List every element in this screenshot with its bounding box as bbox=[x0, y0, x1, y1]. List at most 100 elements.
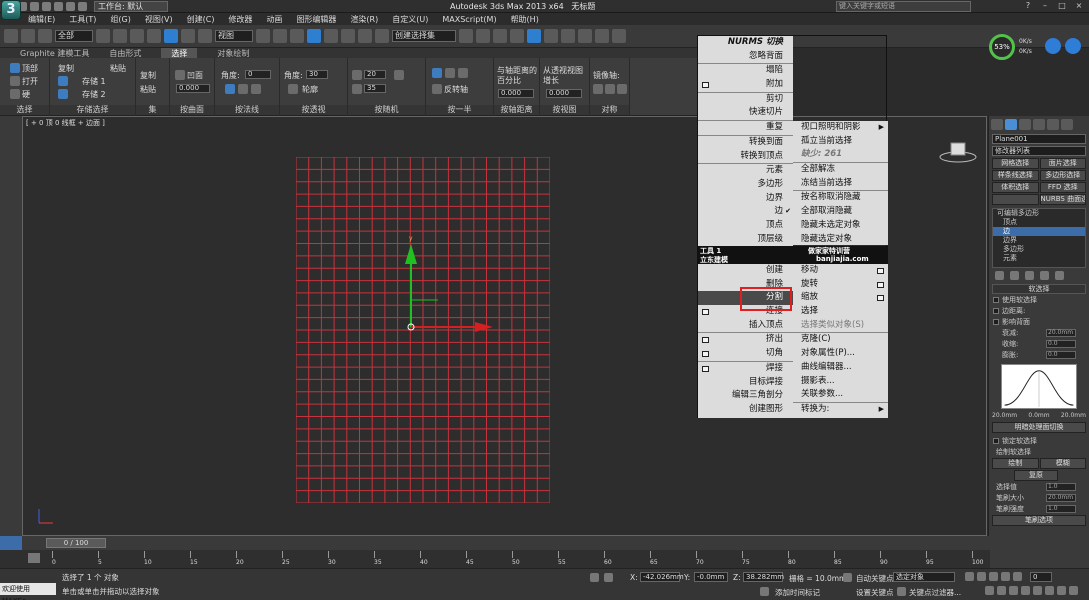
quad-tools2-item-12[interactable]: 创建图形 bbox=[698, 403, 793, 417]
menu-item-1[interactable]: 工具(T) bbox=[69, 14, 96, 25]
bind-spacewarp-icon[interactable] bbox=[38, 29, 52, 43]
top-icon[interactable] bbox=[10, 63, 20, 73]
random-icon[interactable] bbox=[352, 70, 362, 80]
quad-display-item-5[interactable]: 冻结当前选择 bbox=[793, 177, 888, 191]
group-label[interactable]: 按曲面 bbox=[170, 105, 214, 115]
modifier-list-dropdown[interactable]: 修改器列表 bbox=[992, 146, 1086, 156]
reference-coord-dropdown[interactable]: 视图 bbox=[215, 30, 253, 42]
half-z-icon[interactable] bbox=[458, 68, 468, 78]
group-label[interactable]: 对称 bbox=[590, 105, 629, 115]
quad-tools2-item-9[interactable]: 焊接 bbox=[698, 362, 793, 376]
network-icon[interactable] bbox=[1045, 38, 1061, 54]
blur-button[interactable]: 模糊 bbox=[1039, 458, 1086, 469]
orbit-icon[interactable] bbox=[1057, 586, 1066, 595]
group-label[interactable]: 按法线 bbox=[215, 105, 279, 115]
ribbon-tab-2[interactable]: 选择 bbox=[161, 47, 198, 59]
create-tab-icon[interactable] bbox=[991, 119, 1003, 130]
open-option[interactable]: 打开 bbox=[22, 76, 38, 87]
undo-icon[interactable] bbox=[54, 1, 63, 11]
viewport-label[interactable]: [ + 0 顶 0 线框 + 边面 ] bbox=[26, 118, 105, 128]
sel-value-spinner[interactable]: 1.0 bbox=[1046, 483, 1076, 491]
edge-distance-checkbox[interactable] bbox=[993, 308, 999, 314]
quad-transform-item-0[interactable]: 移动 bbox=[793, 264, 888, 278]
from-view-spinner[interactable]: 0.000 bbox=[546, 89, 582, 98]
use-soft-checkbox[interactable] bbox=[993, 297, 999, 303]
settings-box-icon[interactable] bbox=[877, 268, 884, 274]
set-key-button[interactable]: 设置关键点 bbox=[856, 587, 894, 598]
pinch-spinner[interactable]: 0.0 bbox=[1046, 340, 1076, 348]
angle2-spinner[interactable]: 30 bbox=[306, 70, 328, 79]
quad-tools2-item-4[interactable]: 插入顶点 bbox=[698, 319, 793, 333]
group-label[interactable]: 集 bbox=[136, 105, 169, 115]
stack-item-1[interactable]: 边 bbox=[993, 227, 1085, 236]
top-option[interactable]: 顶部 bbox=[22, 63, 38, 74]
concave-spinner[interactable]: 0.000 bbox=[176, 84, 210, 93]
modify-tab-icon[interactable] bbox=[1005, 119, 1017, 130]
make-unique-icon[interactable] bbox=[1025, 271, 1034, 280]
quad-display-item-8[interactable]: 全部取消隐藏 bbox=[793, 205, 888, 219]
random-spinner-1[interactable]: 20 bbox=[364, 70, 386, 79]
help-icon[interactable]: ? bbox=[1022, 1, 1034, 11]
paint-button[interactable]: 绘制 bbox=[992, 458, 1039, 469]
store1-icon[interactable] bbox=[58, 76, 68, 86]
z-coord-field[interactable]: 38.282mm bbox=[743, 572, 784, 582]
stack-item-4[interactable]: 元素 bbox=[993, 254, 1085, 263]
random-spinner-2[interactable]: 35 bbox=[364, 84, 386, 93]
quad-tools1-item-18[interactable]: 顶点 bbox=[698, 219, 793, 233]
selection-filter-dropdown[interactable]: 全部 bbox=[55, 30, 93, 42]
quad-display-item-7[interactable]: 按名称取消隐藏 bbox=[793, 191, 888, 205]
affect-back-checkbox[interactable] bbox=[993, 319, 999, 325]
soft-selection-rollout[interactable]: 软选择 bbox=[992, 284, 1086, 294]
settings-box-icon[interactable] bbox=[702, 337, 709, 344]
quad-tools1-item-3[interactable]: 塌陷 bbox=[698, 64, 793, 78]
lock-selection-icon[interactable] bbox=[590, 573, 599, 582]
edit-named-selection-icon[interactable] bbox=[375, 29, 389, 43]
play-icon[interactable] bbox=[989, 572, 998, 581]
sym-z-icon[interactable] bbox=[617, 84, 627, 94]
link-icon[interactable] bbox=[4, 29, 18, 43]
keyboard-shortcut-icon[interactable] bbox=[290, 29, 304, 43]
key-filters-button[interactable]: 关键点过滤器... bbox=[909, 587, 961, 598]
menu-item-6[interactable]: 动画 bbox=[266, 14, 282, 25]
brush-size-spinner[interactable]: 20.0mm bbox=[1046, 494, 1076, 502]
next-frame-icon[interactable] bbox=[1001, 572, 1010, 581]
brush-options-button[interactable]: 笔刷选项 bbox=[992, 515, 1086, 526]
quad-tools1-item-1[interactable]: 忽略背面 bbox=[698, 50, 793, 64]
set-key-icon[interactable] bbox=[897, 587, 906, 596]
zoom-all-icon[interactable] bbox=[997, 586, 1006, 595]
quad-tools2-item-0[interactable]: 创建 bbox=[698, 264, 793, 278]
axis-y-icon[interactable] bbox=[238, 84, 248, 94]
spinner-snap-icon[interactable] bbox=[358, 29, 372, 43]
quad-tools2-item-11[interactable]: 编辑三角剖分 bbox=[698, 389, 793, 403]
menu-item-2[interactable]: 组(G) bbox=[110, 14, 130, 25]
zoom-extents-all-icon[interactable] bbox=[1021, 586, 1030, 595]
lock-soft-checkbox[interactable] bbox=[993, 438, 999, 444]
move-gizmo[interactable]: y bbox=[393, 232, 503, 342]
bubble-spinner[interactable]: 0.0 bbox=[1046, 351, 1076, 359]
paste-set-option[interactable]: 粘贴 bbox=[140, 84, 156, 95]
modifier-button-1-1[interactable]: 多边形选择 bbox=[1039, 170, 1086, 181]
quad-display-item-4[interactable]: 全部解冻 bbox=[793, 163, 888, 177]
outline-option[interactable]: 轮廓 bbox=[302, 84, 318, 95]
store2-icon[interactable] bbox=[58, 89, 68, 99]
menu-item-5[interactable]: 修改器 bbox=[228, 14, 252, 25]
quad-transform-item-6[interactable]: 克隆(C) bbox=[793, 333, 888, 347]
select-scale-icon[interactable] bbox=[198, 29, 212, 43]
named-selection-dropdown[interactable]: 创建选择集 bbox=[392, 30, 456, 42]
current-frame-field[interactable]: 0 bbox=[1030, 572, 1052, 582]
copy-set-option[interactable]: 复制 bbox=[140, 70, 156, 81]
save-file-icon[interactable] bbox=[42, 1, 51, 11]
workspace-dropdown[interactable]: 工作台: 默认 bbox=[94, 0, 168, 12]
menu-item-7[interactable]: 图形编辑器 bbox=[296, 14, 336, 25]
stack-item-0[interactable]: 顶点 bbox=[993, 218, 1085, 227]
menu-item-10[interactable]: MAXScript(M) bbox=[442, 15, 496, 24]
menu-item-4[interactable]: 创建(C) bbox=[187, 14, 215, 25]
quad-transform-item-1[interactable]: 旋转 bbox=[793, 278, 888, 292]
quad-transform-item-4[interactable]: 选择类似对象(S) bbox=[793, 319, 888, 333]
snaps-toggle-icon[interactable] bbox=[307, 29, 321, 43]
quad-display-item-1[interactable]: 孤立当前选择 bbox=[793, 135, 888, 149]
random2-icon[interactable] bbox=[352, 84, 362, 94]
percent-snap-icon[interactable] bbox=[341, 29, 355, 43]
prev-frame-icon[interactable] bbox=[977, 572, 986, 581]
half-y-icon[interactable] bbox=[445, 68, 455, 78]
